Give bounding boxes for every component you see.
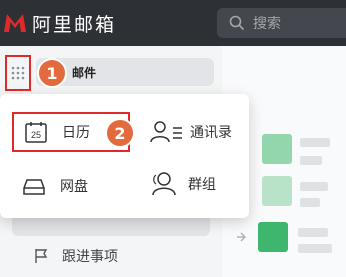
message-preview <box>300 138 330 147</box>
app-menu-item-label: 网盘 <box>60 179 88 195</box>
sidebar-item-follow-up[interactable]: 跟进事项 <box>34 246 118 266</box>
avatar <box>262 176 292 206</box>
logo-text: 阿里邮箱 <box>32 13 117 36</box>
arrow-right-icon <box>237 232 247 242</box>
app-menu-item-label: 日历 <box>62 125 90 141</box>
app-menu-item-label: 通讯录 <box>190 125 232 141</box>
app-menu-item-contacts[interactable]: 通讯录 <box>150 114 232 150</box>
app-menu-popup: 25 日历 2 通讯录 网盘 群组 <box>0 94 249 218</box>
contacts-icon <box>150 121 182 143</box>
tab-mail-label: 邮件 <box>72 65 97 80</box>
callout-badge-1: 1 <box>37 58 67 88</box>
message-preview <box>300 156 322 165</box>
sidebar-item-label: 跟进事项 <box>62 249 118 265</box>
callout-badge-2: 2 <box>105 118 135 148</box>
avatar <box>262 134 292 164</box>
message-preview <box>300 182 328 191</box>
flag-icon <box>35 249 48 263</box>
group-icon <box>152 172 176 196</box>
message-preview <box>298 228 328 237</box>
top-bar: 阿里邮箱 搜索 <box>0 0 346 46</box>
grid-icon <box>11 66 25 80</box>
message-preview <box>298 244 332 253</box>
app-menu-item-group[interactable]: 群组 <box>150 166 216 202</box>
app-logo[interactable]: 阿里邮箱 <box>0 6 116 40</box>
calendar-icon: 25 <box>25 122 47 143</box>
app-menu-item-drive[interactable]: 网盘 <box>22 170 88 202</box>
aliyun-mail-logo-icon <box>4 14 26 32</box>
message-preview <box>300 198 320 207</box>
search-box[interactable]: 搜索 <box>217 8 346 38</box>
search-input[interactable]: 搜索 <box>253 13 281 33</box>
app-menu-item-label: 群组 <box>188 177 216 193</box>
avatar <box>258 222 288 252</box>
apps-grid-button[interactable] <box>5 55 31 91</box>
search-icon <box>229 15 245 31</box>
drive-icon <box>23 179 45 195</box>
calendar-icon-date: 25 <box>31 130 41 140</box>
